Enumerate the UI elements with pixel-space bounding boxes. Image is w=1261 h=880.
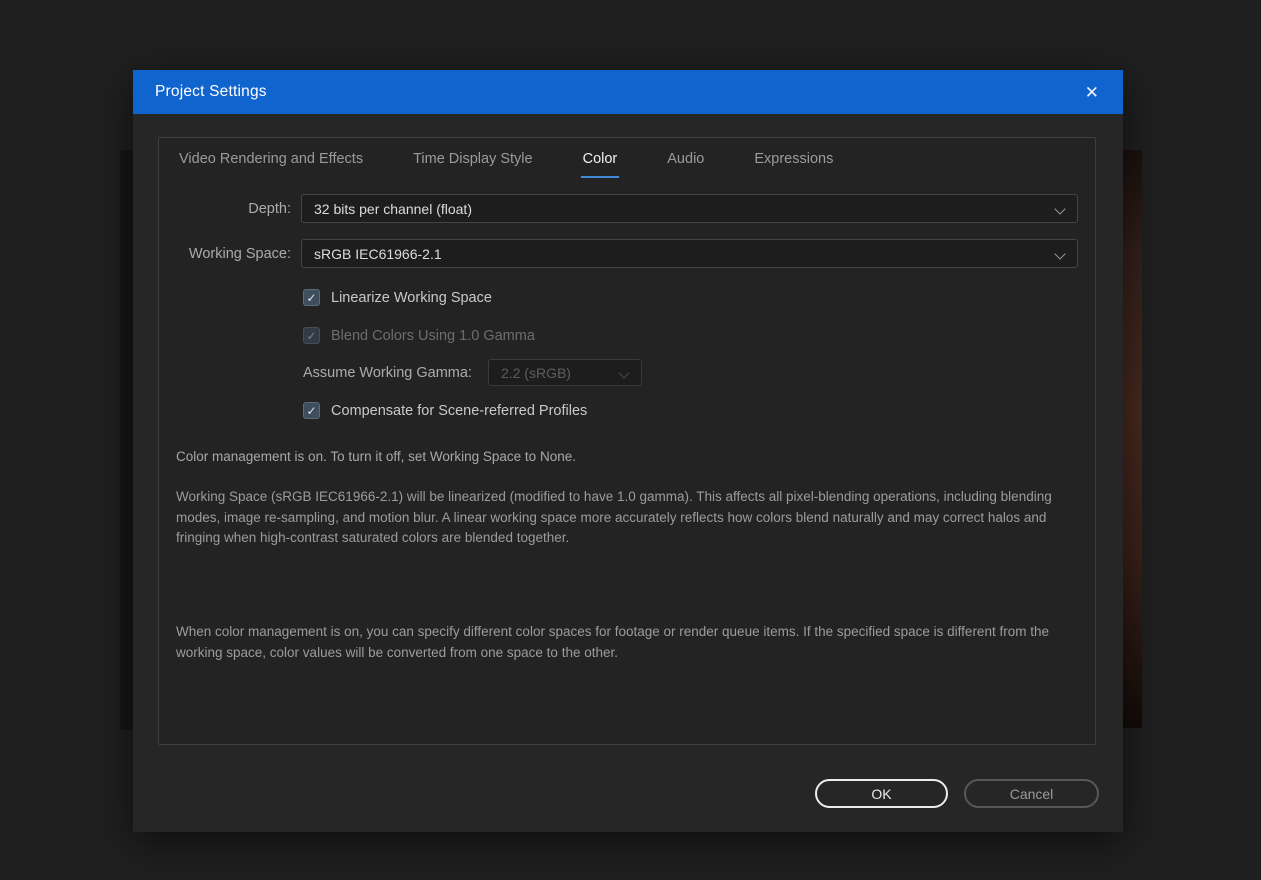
depth-field-row: Depth: 32 bits per channel (float)	[159, 194, 1097, 223]
tab-video-rendering-and-effects[interactable]: Video Rendering and Effects	[177, 151, 365, 178]
assume-working-gamma-label: Assume Working Gamma:	[303, 364, 472, 381]
checkbox-checked[interactable]: ✓	[303, 402, 320, 419]
checkbox-checked[interactable]: ✓	[303, 289, 320, 306]
cancel-button[interactable]: Cancel	[964, 779, 1099, 808]
tab-bar: Video Rendering and Effects Time Display…	[177, 151, 835, 178]
chevron-down-icon	[618, 367, 630, 379]
close-icon[interactable]: ✕	[1085, 84, 1099, 101]
linearize-working-space-checkbox-row[interactable]: ✓ Linearize Working Space	[303, 289, 492, 306]
depth-select-value: 32 bits per channel (float)	[314, 200, 472, 217]
settings-panel: Video Rendering and Effects Time Display…	[158, 137, 1096, 745]
blend-colors-label: Blend Colors Using 1.0 Gamma	[331, 327, 535, 344]
check-icon: ✓	[306, 290, 317, 305]
linearize-description-paragraph: Working Space (sRGB IEC61966-2.1) will b…	[176, 489, 1052, 545]
dialog-title: Project Settings	[155, 83, 267, 100]
checkbox-checked-disabled: ✓	[303, 327, 320, 344]
check-icon: ✓	[306, 403, 317, 418]
tab-expressions[interactable]: Expressions	[752, 151, 835, 178]
tab-color[interactable]: Color	[580, 151, 620, 178]
dialog-titlebar: Project Settings ✕	[133, 70, 1123, 114]
working-space-label: Working Space:	[188, 245, 291, 262]
working-space-select[interactable]: sRGB IEC61966-2.1	[301, 239, 1078, 268]
check-icon: ✓	[306, 328, 317, 343]
blend-colors-checkbox-row: ✓ Blend Colors Using 1.0 Gamma	[303, 327, 535, 344]
compensate-scene-referred-label: Compensate for Scene-referred Profiles	[331, 402, 588, 419]
project-settings-dialog: Project Settings ✕ Video Rendering and E…	[133, 70, 1123, 832]
depth-select[interactable]: 32 bits per channel (float)	[301, 194, 1078, 223]
depth-label: Depth:	[248, 200, 291, 217]
assume-working-gamma-row: Assume Working Gamma: 2.2 (sRGB)	[303, 359, 642, 386]
compensate-scene-referred-checkbox-row[interactable]: ✓ Compensate for Scene-referred Profiles	[303, 402, 587, 419]
linearize-working-space-label: Linearize Working Space	[331, 289, 492, 306]
chevron-down-icon	[1054, 248, 1066, 260]
assume-working-gamma-value: 2.2 (sRGB)	[500, 364, 571, 381]
working-space-select-value: sRGB IEC61966-2.1	[314, 245, 442, 262]
background-app-image-strip	[1123, 150, 1142, 728]
tab-time-display-style[interactable]: Time Display Style	[411, 151, 535, 178]
working-space-field-row: Working Space: sRGB IEC61966-2.1	[159, 239, 1097, 268]
color-management-status-text: Color management is on. To turn it off, …	[176, 449, 576, 464]
ok-button[interactable]: OK	[815, 779, 948, 808]
color-management-description-paragraph: When color management is on, you can spe…	[176, 624, 1049, 660]
chevron-down-icon	[1054, 203, 1066, 215]
assume-working-gamma-select-disabled: 2.2 (sRGB)	[487, 359, 642, 386]
background-app-left-edge	[120, 150, 133, 730]
tab-audio[interactable]: Audio	[665, 151, 706, 178]
